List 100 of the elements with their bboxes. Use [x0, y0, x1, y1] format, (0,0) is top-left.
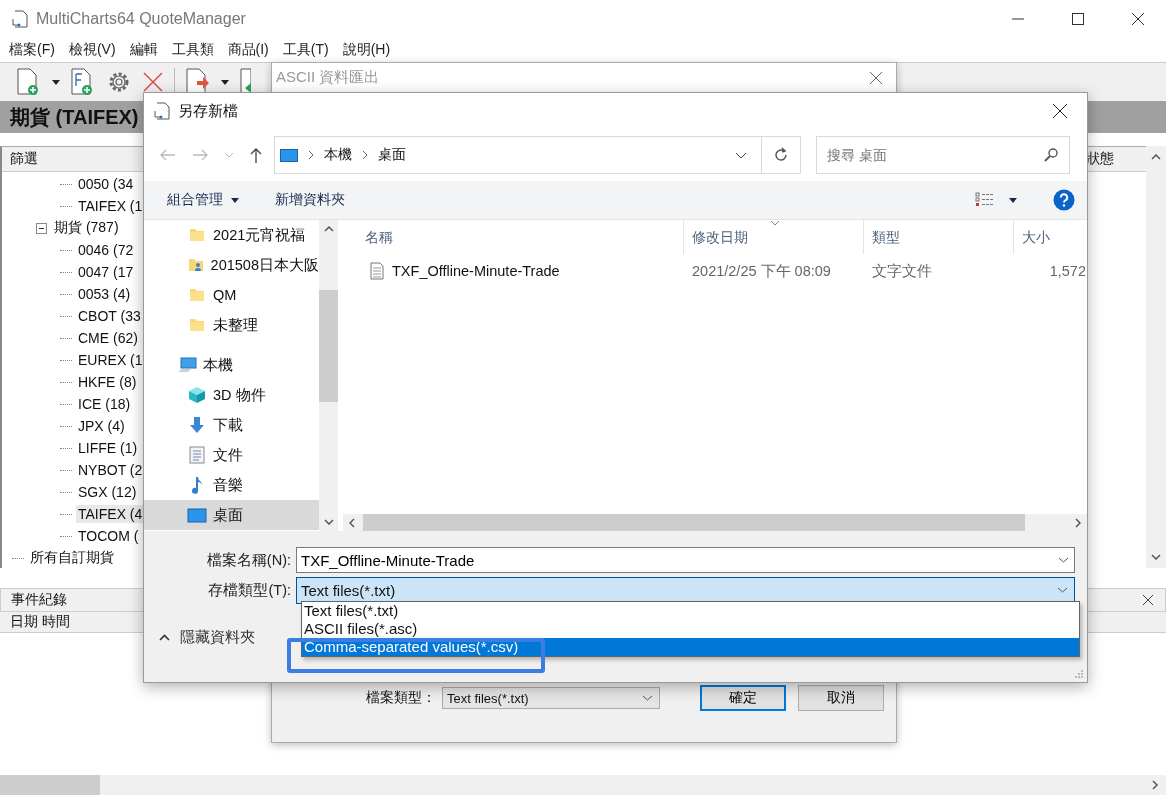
- address-bar[interactable]: 本機 桌面: [274, 136, 762, 174]
- sort-chevron-icon: [770, 220, 780, 226]
- table-cell-text: 1,572: [1048, 263, 1086, 279]
- column-header[interactable]: 名稱: [343, 220, 684, 254]
- nav-item[interactable]: 2021元宵祝福: [144, 220, 319, 250]
- caret-icon[interactable]: [52, 79, 60, 85]
- file-name-field[interactable]: TXF_Offline-Minute-Trade: [296, 547, 1075, 573]
- tree-item[interactable]: ICE (18): [76, 395, 133, 413]
- column-header[interactable]: 修改日期: [684, 220, 864, 254]
- chevron-up-icon: [159, 634, 170, 641]
- view-list-icon[interactable]: [975, 192, 995, 208]
- nav-item[interactable]: 3D 物件: [144, 380, 319, 410]
- tree-item[interactable]: 0050 (34: [76, 175, 136, 193]
- tree-item[interactable]: 0046 (72: [76, 241, 136, 259]
- field-label: 檔案名稱(N):: [205, 550, 292, 570]
- resize-grip-icon[interactable]: [1074, 669, 1084, 679]
- search-field[interactable]: 搜尋 桌面: [816, 136, 1070, 174]
- tree-item[interactable]: EUREX (1: [76, 351, 145, 369]
- chevron-down-icon: [642, 695, 653, 701]
- column-header[interactable]: 大小: [1014, 220, 1086, 254]
- hide-folders-toggle[interactable]: 隱藏資料夾: [159, 628, 255, 647]
- dropdown-option[interactable]: Text files(*.txt): [302, 602, 1079, 620]
- file-name[interactable]: TXF_Offline-Minute-Trade: [392, 263, 560, 279]
- scroll-down-icon[interactable]: [1151, 554, 1161, 560]
- close-icon[interactable]: [1132, 13, 1144, 25]
- up-arrow-icon[interactable]: [250, 147, 262, 163]
- dialog-button[interactable]: 取消: [798, 685, 884, 711]
- dropdown-option[interactable]: Comma-separated values(*.csv): [302, 638, 1079, 656]
- scrollbar[interactable]: [343, 514, 1087, 531]
- text-file-icon: [370, 262, 384, 280]
- maximize-icon[interactable]: [1072, 13, 1084, 25]
- delete-icon[interactable]: [142, 71, 164, 93]
- tree-item[interactable]: CME (62): [76, 329, 140, 347]
- tree-item[interactable]: NYBOT (2: [76, 461, 145, 479]
- scrollbar[interactable]: [319, 220, 338, 531]
- column-header[interactable]: 日期 時間: [10, 613, 70, 631]
- close-icon[interactable]: [1053, 104, 1067, 118]
- column-header[interactable]: 類型: [864, 220, 1014, 254]
- collapse-icon[interactable]: [36, 222, 47, 234]
- desktop-icon: [187, 507, 207, 523]
- nav-item[interactable]: QM: [144, 280, 319, 310]
- scrollbar[interactable]: [1146, 146, 1166, 568]
- menu-item[interactable]: 商品(I): [227, 41, 269, 59]
- menu-item[interactable]: 檔案(F): [9, 41, 55, 59]
- chevron-down-icon: [1057, 587, 1068, 593]
- caret-icon[interactable]: [221, 79, 229, 85]
- close-icon[interactable]: [1143, 595, 1153, 605]
- tree-item[interactable]: 所有自訂期貨: [28, 548, 116, 568]
- folder-icon: [189, 288, 205, 302]
- dropdown-option[interactable]: ASCII files(*.asc): [302, 620, 1079, 638]
- menu-item[interactable]: 檢視(V): [68, 41, 116, 59]
- tree-item[interactable]: LIFFE (1): [76, 439, 140, 457]
- breadcrumb[interactable]: 桌面: [378, 146, 406, 164]
- scroll-down-icon[interactable]: [323, 519, 334, 525]
- scroll-up-icon[interactable]: [1151, 154, 1161, 160]
- download-arrow-icon: [189, 416, 205, 434]
- chevron-down-icon[interactable]: [735, 151, 747, 159]
- document-icon: [189, 446, 205, 464]
- caret-icon[interactable]: [1009, 197, 1017, 203]
- tree-item[interactable]: TAIFEX (4: [76, 505, 145, 523]
- dialog-button[interactable]: 確定: [700, 685, 786, 711]
- tree-item[interactable]: 0047 (17: [76, 263, 136, 281]
- chevron-right-icon: [308, 150, 314, 160]
- toolbar-button[interactable]: 組合管理: [167, 191, 239, 209]
- tree-item[interactable]: TAIFEX (1: [76, 197, 145, 215]
- tree-item[interactable]: SGX (12): [76, 483, 139, 501]
- menu-item[interactable]: 編輯: [129, 41, 158, 59]
- scroll-up-icon[interactable]: [323, 226, 334, 232]
- tree-item[interactable]: 0053 (4): [76, 285, 133, 303]
- tree-item[interactable]: CBOT (33: [76, 307, 143, 325]
- scroll-right-icon[interactable]: [1075, 517, 1081, 528]
- app-icon: [12, 10, 28, 28]
- scrollbar[interactable]: [0, 775, 1166, 795]
- tree-item[interactable]: JPX (4): [76, 417, 127, 435]
- file-type-dropdown[interactable]: Text files(*.txt): [442, 687, 660, 709]
- column-header[interactable]: 篩選: [2, 150, 38, 168]
- menu-item[interactable]: 工具類: [171, 41, 214, 59]
- tree-item[interactable]: 期貨 (787): [52, 218, 121, 238]
- nav-item[interactable]: 下載: [144, 410, 319, 440]
- breadcrumb[interactable]: 本機: [324, 146, 352, 164]
- nav-item[interactable]: 音樂: [144, 470, 319, 500]
- file-type-dropdown[interactable]: Text files(*.txt): [296, 576, 1075, 604]
- tree-item[interactable]: TOCOM (: [76, 527, 141, 545]
- scroll-left-icon[interactable]: [349, 517, 355, 528]
- nav-item[interactable]: 桌面: [144, 500, 319, 530]
- menu-item[interactable]: 說明(H): [342, 41, 391, 59]
- help-icon[interactable]: [1053, 189, 1075, 211]
- toolbar-button[interactable]: 新增資料夾: [275, 191, 345, 209]
- table-cell-text: 2021/2/25 下午 08:09: [691, 261, 832, 281]
- nav-item[interactable]: 文件: [144, 440, 319, 470]
- desktop-icon: [280, 148, 298, 162]
- scroll-right-icon[interactable]: [1152, 780, 1158, 790]
- nav-item[interactable]: 本機: [144, 350, 319, 380]
- refresh-button[interactable]: [761, 136, 801, 174]
- nav-item[interactable]: 未整理: [144, 310, 319, 340]
- nav-item[interactable]: 201508日本大阪: [144, 250, 319, 280]
- tree-item[interactable]: HKFE (8): [76, 373, 139, 391]
- menu-item[interactable]: 工具(T): [282, 41, 329, 59]
- music-note-icon: [191, 476, 203, 494]
- scrollbar-thumb[interactable]: [0, 775, 100, 795]
